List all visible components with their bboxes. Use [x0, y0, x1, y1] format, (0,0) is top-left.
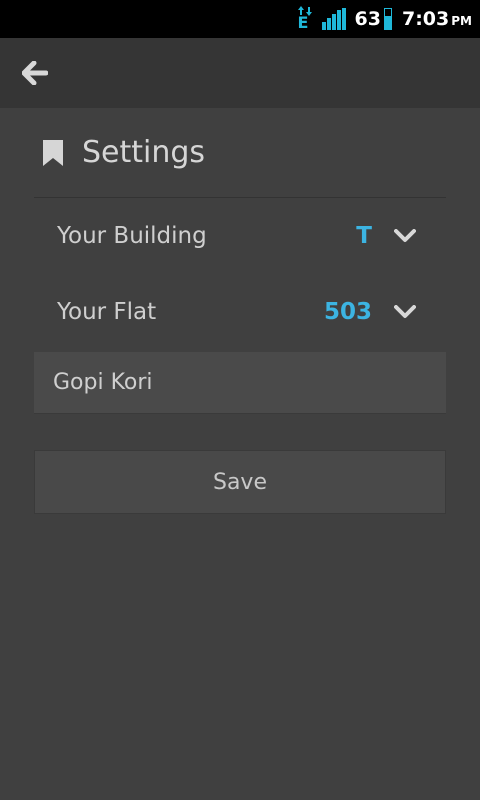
clock-time: 7:03 — [401, 8, 450, 30]
chevron-down-icon — [394, 305, 416, 318]
save-button[interactable]: Save — [34, 450, 446, 514]
back-button[interactable] — [0, 38, 70, 108]
battery-percent: 63 — [354, 8, 381, 30]
page-title: Settings — [82, 135, 206, 170]
clock: 7:03 PM — [402, 8, 472, 30]
building-label: Your Building — [57, 223, 207, 249]
signal-strength-icon — [321, 8, 347, 30]
settings-panel: Settings Your Building T Your Flat 503 S… — [34, 108, 446, 514]
building-selector[interactable]: Your Building T — [34, 198, 446, 274]
battery-icon — [383, 8, 392, 30]
network-type-label: E — [297, 13, 309, 32]
chevron-down-icon — [394, 229, 416, 242]
bookmark-icon — [43, 139, 63, 166]
clock-suffix: PM — [451, 14, 472, 28]
flat-selector[interactable]: Your Flat 503 — [34, 274, 446, 350]
action-bar — [0, 38, 480, 108]
network-type-icon: E — [296, 6, 314, 32]
settings-header: Settings — [34, 108, 446, 198]
arrow-left-icon — [22, 61, 48, 85]
name-input[interactable] — [34, 352, 446, 414]
flat-label: Your Flat — [57, 299, 157, 325]
building-value: T — [356, 223, 372, 249]
flat-value: 503 — [323, 299, 372, 325]
status-bar: E 63 7:03 PM — [0, 0, 480, 38]
